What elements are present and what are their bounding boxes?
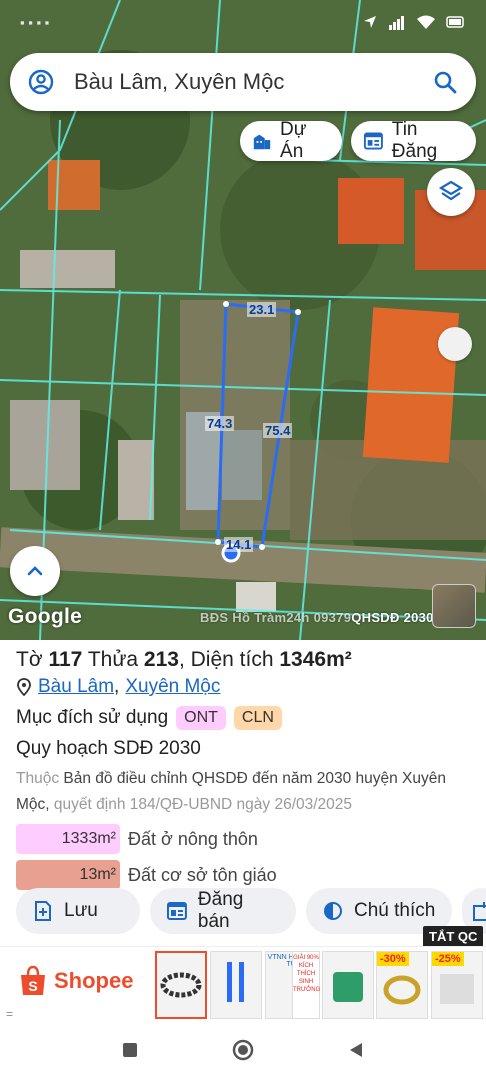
google-logo: Google <box>8 605 83 628</box>
ad-banner[interactable]: S Shopee VTNN HOÀNG TÚ GIẢI 90% KÍCH THÍ… <box>0 946 486 1021</box>
user-circle-icon[interactable] <box>28 69 54 95</box>
desc-tail: quyết định 184/QĐ-UBND ngày 26/03/2025 <box>53 796 353 813</box>
promo-text: GIẢI 90% KÍCH THÍCH SINH TRƯỞNG <box>293 952 321 994</box>
title-comma: , <box>178 648 185 671</box>
promo-line-1: GIẢI 90% <box>293 955 319 961</box>
expand-panel-button[interactable] <box>10 546 60 596</box>
area-value: 1346m² <box>279 648 352 671</box>
wifi-icon <box>417 15 435 29</box>
location-separator: , <box>114 676 120 697</box>
listings-chip[interactable]: Tin Đăng <box>351 119 476 162</box>
location-arrow-icon <box>364 16 376 28</box>
sheet-number: 117 <box>48 648 83 671</box>
commune-link[interactable]: Bàu Lâm <box>38 676 114 698</box>
ad-product-screwdriver[interactable] <box>210 951 262 1019</box>
discount-badge: -25% <box>432 952 464 966</box>
map-watermark: BĐS Hồ Tràm24h 09379QHSDĐ 2030 <box>200 610 434 625</box>
legend-label-ont: Đất ở nông thôn <box>128 828 258 849</box>
add-box-icon <box>473 902 486 921</box>
legend-button-label: Chú thích <box>354 900 436 921</box>
shopee-brand: Shopee <box>54 968 134 993</box>
tool-image <box>333 972 363 1002</box>
listing-icon <box>166 902 187 920</box>
plan-title: Quy hoạch SDĐ 2030 <box>16 738 201 759</box>
add-document-icon <box>35 901 51 921</box>
legend-label-tin: Đất cơ sở tôn giáo <box>128 864 277 885</box>
desc-prefix: Thuộc <box>16 770 60 787</box>
projects-chip-label: Dự Án <box>280 119 307 162</box>
parcel-title: Tờ 117 Thửa 213, Diện tích 1346m² <box>16 648 470 672</box>
legend-area-ont: 1333m² <box>16 824 120 854</box>
back-icon[interactable] <box>347 1041 365 1059</box>
contrast-icon <box>324 902 342 920</box>
discount-badge: -30% <box>377 952 409 966</box>
ad-product-tool[interactable] <box>322 951 374 1019</box>
bracelet-image <box>160 972 202 998</box>
parcel-dimension-right: 75.4 <box>263 423 293 438</box>
search-icon[interactable] <box>432 69 458 95</box>
listing-icon <box>363 132 383 150</box>
search-input[interactable] <box>74 69 432 95</box>
area-label: Diện tích <box>190 648 274 671</box>
action-buttons: Lưu Đăng bán Chú thích <box>16 888 486 934</box>
chevron-up-icon <box>27 566 43 576</box>
land-use-label: Mục đích sử dụng <box>16 707 169 728</box>
recent-apps-icon[interactable] <box>121 1041 139 1059</box>
legend-area-tin: 13m² <box>16 860 120 890</box>
ad-product-chain[interactable]: -30% <box>376 951 428 1019</box>
status-bar: ▪ ▪ ▪ ▪ <box>0 0 486 44</box>
close-ad-button[interactable]: TẮT QC <box>423 926 484 948</box>
signal-icon <box>389 16 404 30</box>
post-sale-button[interactable]: Đăng bán <box>150 888 296 934</box>
screwdriver-image <box>227 962 244 1002</box>
search-bar[interactable] <box>10 53 476 111</box>
parcel-dimension-bottom: 14.1 <box>224 537 254 552</box>
post-sale-button-label: Đăng bán <box>197 889 244 932</box>
menu-handle: = <box>6 1007 14 1021</box>
promo-line-5: TRƯỞNG <box>293 987 321 993</box>
ad-product-bracelet[interactable] <box>155 951 207 1019</box>
land-use-tag-cln[interactable]: CLN <box>233 706 282 730</box>
ad-product-promo[interactable]: GIẢI 90% KÍCH THÍCH SINH TRƯỞNG <box>292 951 320 1019</box>
land-use-row: Mục đích sử dụng ONT CLN <box>16 706 470 730</box>
promo-line-4: SINH <box>298 979 314 985</box>
status-indicators <box>362 14 466 30</box>
battery-icon <box>446 16 464 28</box>
building-icon <box>253 134 271 150</box>
legend-row: 1333m² Đất ở nông thôn <box>16 824 470 854</box>
save-button-label: Lưu <box>64 900 98 921</box>
ad-product-kit[interactable]: -25% <box>431 951 483 1019</box>
district-link[interactable]: Xuyên Mộc <box>125 676 220 698</box>
projects-chip[interactable]: Dự Án <box>240 119 342 162</box>
map-pin-icon <box>17 678 31 696</box>
status-notifications: ▪ ▪ ▪ ▪ <box>20 15 49 30</box>
satellite-thumbnail[interactable] <box>432 584 476 628</box>
map-view[interactable]: ▪ ▪ ▪ ▪ Dự Án <box>0 0 486 640</box>
system-nav-bar <box>0 1020 486 1080</box>
location-row: Bàu Lâm, Xuyên Mộc <box>16 676 470 698</box>
layers-icon <box>438 180 464 201</box>
promo-line-2: KÍCH <box>298 963 314 969</box>
sheet-label: Tờ <box>16 648 43 671</box>
watermark-tail: QHSDĐ 2030 <box>351 610 434 625</box>
land-use-tag-ont[interactable]: ONT <box>176 706 226 730</box>
plot-label: Thửa <box>87 648 139 671</box>
promo-line-3: THÍCH <box>296 971 316 977</box>
notification-icons: ▪ ▪ ▪ ▪ <box>20 14 50 30</box>
parcel-info-panel: Tờ 117 Thửa 213, Diện tích 1346m² Bàu Lâ… <box>0 640 486 948</box>
save-button[interactable]: Lưu <box>16 888 140 934</box>
plan-description: Thuộc Bản đồ điều chỉnh QHSDĐ đến năm 20… <box>16 766 470 818</box>
shopee-logo[interactable]: S Shopee <box>18 965 133 997</box>
shopping-bag-icon: S <box>21 965 45 995</box>
layers-button[interactable] <box>427 168 475 216</box>
plot-number: 213 <box>143 648 179 671</box>
parcel-dimension-top: 23.1 <box>247 302 277 317</box>
parcel-dimension-left: 74.3 <box>205 416 235 431</box>
watermark-main: BĐS Hồ Tràm24h 09379 <box>200 610 352 625</box>
legend-row: 13m² Đất cơ sở tôn giáo <box>16 860 470 890</box>
home-icon[interactable] <box>231 1038 255 1062</box>
scroll-handle[interactable] <box>438 327 472 361</box>
listings-chip-label: Tin Đăng <box>391 119 438 162</box>
svg-text:S: S <box>28 978 37 994</box>
